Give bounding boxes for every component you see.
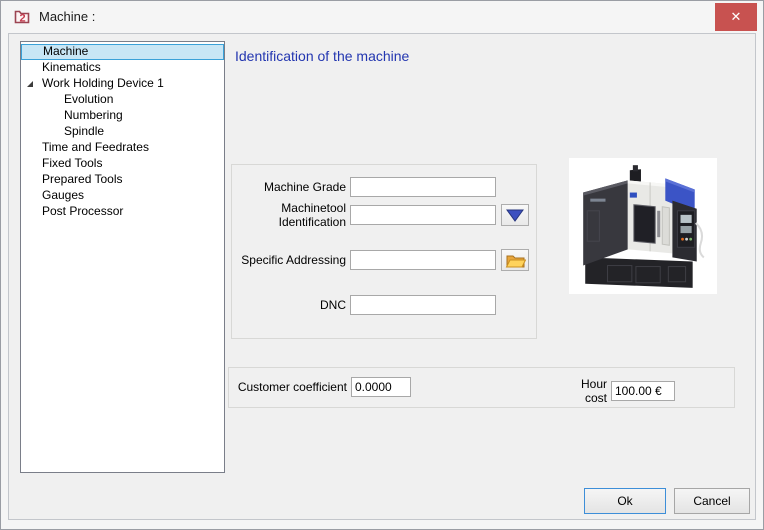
machine-grade-label: Machine Grade bbox=[263, 180, 346, 194]
settings-tree: Machine Kinematics Work Holding Device 1… bbox=[20, 41, 225, 473]
open-folder-icon bbox=[505, 255, 526, 267]
dnc-label: DNC bbox=[320, 298, 346, 312]
cnc-machine-illustration bbox=[569, 158, 717, 294]
identification-groupbox: Machine Grade Machinetool Identification… bbox=[231, 164, 537, 339]
window-title: Machine : bbox=[39, 9, 96, 24]
tree-item-post-processor[interactable]: Post Processor bbox=[21, 204, 224, 220]
page-title: Identification of the machine bbox=[235, 48, 410, 64]
tree-item-machine[interactable]: Machine bbox=[21, 44, 224, 60]
tree-item-kinematics[interactable]: Kinematics bbox=[21, 60, 224, 76]
tree-item-spindle[interactable]: Spindle bbox=[21, 124, 224, 140]
hour-cost-input[interactable] bbox=[611, 381, 675, 401]
close-button[interactable]: ✕ bbox=[715, 3, 757, 31]
dialog-body: Machine Kinematics Work Holding Device 1… bbox=[8, 33, 756, 520]
blue-down-arrow-icon bbox=[506, 209, 524, 222]
dnc-input[interactable] bbox=[350, 295, 496, 315]
customer-coefficient-label: Customer coefficient bbox=[237, 380, 347, 394]
cnc-machine-photo bbox=[569, 158, 717, 294]
specific-addressing-browse-button[interactable] bbox=[501, 249, 529, 271]
app-logo-2-icon: 2 bbox=[14, 10, 30, 25]
customer-coefficient-input[interactable] bbox=[351, 377, 411, 397]
titlebar: 2 Machine : ✕ bbox=[1, 1, 763, 33]
tree-item-fixed-tools[interactable]: Fixed Tools bbox=[21, 156, 224, 172]
svg-text:2: 2 bbox=[19, 13, 25, 25]
tree-item-evolution[interactable]: Evolution bbox=[21, 92, 224, 108]
cancel-button[interactable]: Cancel bbox=[674, 488, 750, 514]
close-icon: ✕ bbox=[730, 9, 742, 24]
ok-button[interactable]: Ok bbox=[584, 488, 666, 514]
tree-expanded-triangle-icon[interactable] bbox=[25, 79, 35, 89]
hour-cost-label: Hour cost bbox=[580, 377, 607, 405]
costs-groupbox: Customer coefficient Hour cost bbox=[228, 367, 735, 408]
machinetool-identification-dropdown-button[interactable] bbox=[501, 204, 529, 226]
tree-item-work-holding-device-1[interactable]: Work Holding Device 1 bbox=[21, 76, 224, 92]
machine-grade-input[interactable] bbox=[350, 177, 496, 197]
machine-dialog: 2 Machine : ✕ Machine Kinematics Work Ho… bbox=[0, 0, 764, 530]
specific-addressing-label: Specific Addressing bbox=[241, 253, 346, 267]
machinetool-identification-label: Machinetool Identification bbox=[278, 201, 346, 229]
machinetool-identification-input[interactable] bbox=[350, 205, 496, 225]
specific-addressing-input[interactable] bbox=[350, 250, 496, 270]
tree-item-prepared-tools[interactable]: Prepared Tools bbox=[21, 172, 224, 188]
tree-item-time-and-feedrates[interactable]: Time and Feedrates bbox=[21, 140, 224, 156]
tree-item-numbering[interactable]: Numbering bbox=[21, 108, 224, 124]
tree-item-gauges[interactable]: Gauges bbox=[21, 188, 224, 204]
